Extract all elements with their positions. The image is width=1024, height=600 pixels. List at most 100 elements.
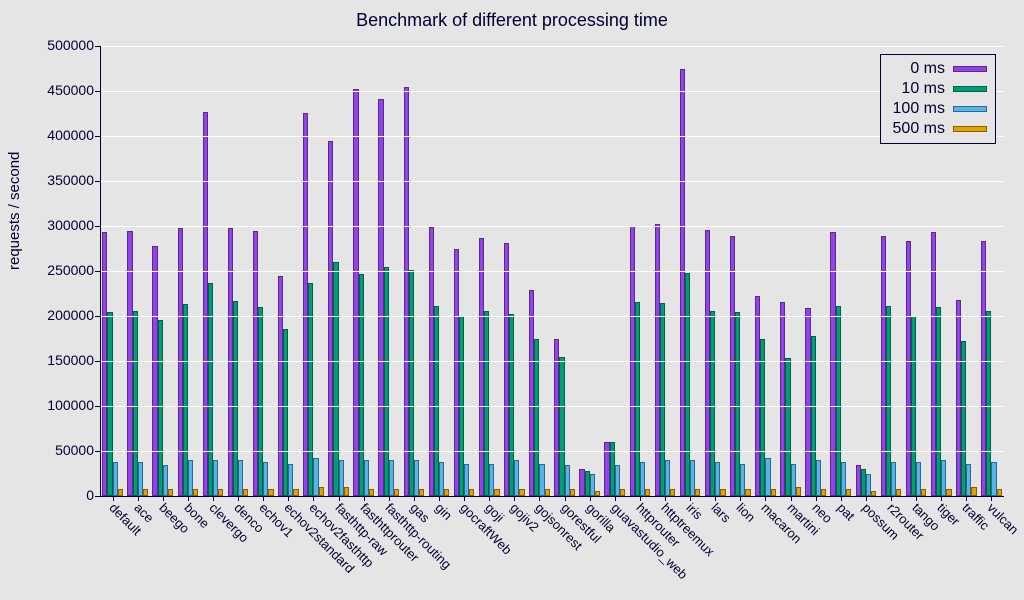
xtick-mark: [866, 496, 867, 501]
bar: [193, 489, 198, 496]
bar: [344, 487, 349, 496]
xtick-mark: [414, 496, 415, 501]
legend-swatch: [953, 86, 987, 92]
legend-item-100ms: 100 ms: [889, 99, 987, 119]
xtick-mark: [640, 496, 641, 501]
xtick-mark: [138, 496, 139, 501]
xtick-mark: [489, 496, 490, 501]
bar: [268, 489, 273, 496]
xtick-mark: [163, 496, 164, 501]
bar: [319, 487, 324, 496]
bar: [620, 489, 625, 496]
bar: [695, 489, 700, 496]
gridline: [100, 406, 1004, 407]
xtick-mark: [439, 496, 440, 501]
legend-swatch: [953, 106, 987, 112]
bar: [921, 489, 926, 496]
legend-label: 10 ms: [889, 79, 945, 99]
xtick-mark: [288, 496, 289, 501]
chart-title: Benchmark of different processing time: [0, 10, 1024, 31]
bar: [896, 489, 901, 496]
xtick-mark: [590, 496, 591, 501]
ytick-label: 0: [14, 487, 94, 503]
ytick-label: 300000: [14, 217, 94, 233]
xtick-mark: [791, 496, 792, 501]
bar: [846, 489, 851, 496]
bar: [143, 489, 148, 496]
bar: [519, 489, 524, 496]
y-axis-line: [100, 46, 101, 496]
bar: [745, 489, 750, 496]
bar: [545, 489, 550, 496]
xtick-mark: [966, 496, 967, 501]
xtick-mark: [188, 496, 189, 501]
gridline: [100, 271, 1004, 272]
xtick-mark: [916, 496, 917, 501]
xtick-mark: [816, 496, 817, 501]
bar: [971, 487, 976, 496]
xtick-mark: [891, 496, 892, 501]
legend-swatch: [953, 126, 987, 132]
bar: [821, 489, 826, 496]
gridline: [100, 316, 1004, 317]
xtick-mark: [690, 496, 691, 501]
legend-item-0ms: 0 ms: [889, 59, 987, 79]
xtick-mark: [464, 496, 465, 501]
legend-label: 500 ms: [889, 119, 945, 139]
bar: [796, 487, 801, 496]
gridline: [100, 361, 1004, 362]
xtick-mark: [113, 496, 114, 501]
bar: [168, 489, 173, 496]
gridline: [100, 46, 1004, 47]
bar: [494, 489, 499, 496]
bar: [645, 489, 650, 496]
bar: [444, 489, 449, 496]
xtick-mark: [565, 496, 566, 501]
bar: [293, 489, 298, 496]
ytick-label: 250000: [14, 262, 94, 278]
legend-swatch: [953, 66, 987, 72]
ytick-label: 50000: [14, 442, 94, 458]
gridline: [100, 451, 1004, 452]
gridline: [100, 91, 1004, 92]
ytick-label: 500000: [14, 37, 94, 53]
gridline: [100, 181, 1004, 182]
legend-label: 0 ms: [889, 59, 945, 79]
bar: [419, 489, 424, 496]
bar: [720, 489, 725, 496]
xtick-mark: [514, 496, 515, 501]
bar: [570, 489, 575, 496]
xtick-mark: [339, 496, 340, 501]
xtick-mark: [213, 496, 214, 501]
xtick-mark: [715, 496, 716, 501]
bar: [243, 489, 248, 496]
ytick-label: 150000: [14, 352, 94, 368]
xtick-mark: [941, 496, 942, 501]
plot-area: [100, 46, 1004, 496]
gridline: [100, 226, 1004, 227]
legend-item-500ms: 500 ms: [889, 119, 987, 139]
ytick-label: 400000: [14, 127, 94, 143]
legend-item-10ms: 10 ms: [889, 79, 987, 99]
xtick-mark: [539, 496, 540, 501]
xtick-mark: [841, 496, 842, 501]
bar: [997, 489, 1002, 496]
bar: [946, 489, 951, 496]
gridline: [100, 136, 1004, 137]
xtick-mark: [238, 496, 239, 501]
bar: [469, 489, 474, 496]
bar: [670, 489, 675, 496]
ytick-label: 200000: [14, 307, 94, 323]
ytick-label: 350000: [14, 172, 94, 188]
ytick-label: 100000: [14, 397, 94, 413]
x-axis-line: [100, 496, 1004, 497]
bar: [369, 489, 374, 496]
xtick-mark: [313, 496, 314, 501]
xtick-mark: [389, 496, 390, 501]
bar: [218, 489, 223, 496]
bar: [118, 489, 123, 496]
xtick-mark: [615, 496, 616, 501]
xtick-mark: [364, 496, 365, 501]
legend-label: 100 ms: [889, 99, 945, 119]
bar: [394, 489, 399, 496]
